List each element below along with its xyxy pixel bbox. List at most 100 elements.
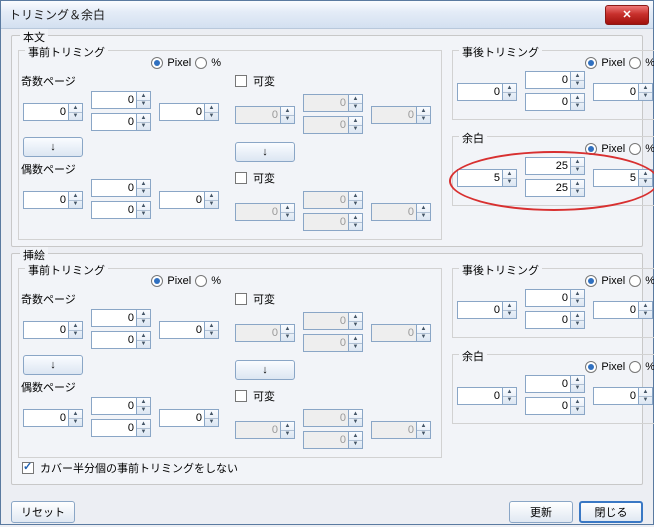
group-body-label: 本文 — [20, 29, 48, 45]
body-pre-even-label: 偶数ページ — [21, 161, 225, 177]
body-pre-var1-bottom[interactable]: ▲▼ — [303, 116, 363, 134]
illust-pre-var1-bottom[interactable]: ▲▼ — [303, 334, 363, 352]
illust-pre-even-right[interactable]: ▲▼ — [159, 409, 219, 427]
illust-pre-odd-right[interactable]: ▲▼ — [159, 321, 219, 339]
illust-post-right[interactable]: ▲▼ — [593, 301, 653, 319]
body-pre-odd-label: 奇数ページ — [21, 73, 225, 89]
body-margin-group: 余白 Pixel % ▲▼ ▲▼ ▲▼ ▲▼ — [452, 136, 654, 206]
body-pre-even-right[interactable]: ▲▼ — [159, 191, 219, 209]
body-pre-even-bottom[interactable]: ▲▼ — [91, 201, 151, 219]
body-pre-var1-cross: ▲▼ ▲▼ ▲▼ ▲▼ — [235, 94, 437, 136]
body-margin-left[interactable]: ▲▼ — [457, 169, 517, 187]
body-pre-odd-top[interactable]: ▲▼ — [91, 91, 151, 109]
illust-pre-var2-left[interactable]: ▲▼ — [235, 421, 295, 439]
illust-margin-unit-pixel[interactable] — [585, 361, 597, 373]
body-margin-unit-percent[interactable] — [629, 143, 641, 155]
body-pre-var2-left[interactable]: ▲▼ — [235, 203, 295, 221]
illust-pre-var2-bottom[interactable]: ▲▼ — [303, 431, 363, 449]
illust-post-top[interactable]: ▲▼ — [525, 289, 585, 307]
body-pre-even-top[interactable]: ▲▼ — [91, 179, 151, 197]
illust-pre-var1-right[interactable]: ▲▼ — [371, 324, 431, 342]
cover-skip-check[interactable] — [22, 462, 34, 474]
body-pre-var1-top[interactable]: ▲▼ — [303, 94, 363, 112]
illust-pre-unit-percent[interactable] — [195, 275, 207, 287]
illust-post-group: 事後トリミング Pixel % ▲▼ ▲▼ ▲▼ ▲▼ — [452, 268, 654, 338]
illust-pre-var1-check[interactable] — [235, 293, 247, 305]
group-illust-label: 挿絵 — [20, 247, 48, 263]
illust-pre-copy-odd-even[interactable]: ↓ — [23, 355, 83, 375]
illust-pre-even-top[interactable]: ▲▼ — [91, 397, 151, 415]
body-margin-right[interactable]: ▲▼ — [593, 169, 653, 187]
body-pre-unit-pixel[interactable] — [151, 57, 163, 69]
body-pre-var2-cross: ▲▼ ▲▼ ▲▼ ▲▼ — [235, 191, 437, 233]
illust-margin-bottom[interactable]: ▲▼ — [525, 397, 585, 415]
body-margin-cross: ▲▼ ▲▼ ▲▼ ▲▼ — [457, 157, 654, 199]
illust-pre-even-label: 偶数ページ — [21, 379, 225, 395]
cover-skip-label: カバー半分個の事前トリミングをしない — [40, 460, 238, 476]
body-pre-odd-left[interactable]: ▲▼ — [23, 103, 83, 121]
body-pre-odd-cross: ▲▼ ▲▼ ▲▼ ▲▼ — [23, 91, 225, 133]
illust-pre-odd-left[interactable]: ▲▼ — [23, 321, 83, 339]
titlebar: トリミング＆余白 ✕ — [1, 1, 653, 29]
illust-margin-left[interactable]: ▲▼ — [457, 387, 517, 405]
body-post-unit-pixel[interactable] — [585, 57, 597, 69]
illust-margin-right[interactable]: ▲▼ — [593, 387, 653, 405]
illust-pre-unit-pixel[interactable] — [151, 275, 163, 287]
illust-pre-var2-top[interactable]: ▲▼ — [303, 409, 363, 427]
body-pre-even-left[interactable]: ▲▼ — [23, 191, 83, 209]
illust-pre-var2-right[interactable]: ▲▼ — [371, 421, 431, 439]
body-pre-odd-right[interactable]: ▲▼ — [159, 103, 219, 121]
body-post-cross: ▲▼ ▲▼ ▲▼ ▲▼ — [457, 71, 654, 113]
reset-button[interactable]: リセット — [11, 501, 75, 523]
body-pre-label: 事前トリミング — [25, 44, 108, 60]
illust-margin-label: 余白 — [459, 348, 487, 364]
illust-margin-unit-percent[interactable] — [629, 361, 641, 373]
body-pre-odd-bottom[interactable]: ▲▼ — [91, 113, 151, 131]
illust-margin-top[interactable]: ▲▼ — [525, 375, 585, 393]
body-margin-top[interactable]: ▲▼ — [525, 157, 585, 175]
body-pre-even-cross: ▲▼ ▲▼ ▲▼ ▲▼ — [23, 179, 225, 221]
update-button[interactable]: 更新 — [509, 501, 573, 523]
body-post-left[interactable]: ▲▼ — [457, 83, 517, 101]
window-title: トリミング＆余白 — [5, 6, 605, 23]
body-margin-bottom[interactable]: ▲▼ — [525, 179, 585, 197]
body-post-bottom[interactable]: ▲▼ — [525, 93, 585, 111]
body-pre-var2-check[interactable] — [235, 172, 247, 184]
illust-post-bottom[interactable]: ▲▼ — [525, 311, 585, 329]
body-pre-copy-odd-even[interactable]: ↓ — [23, 137, 83, 157]
body-post-top[interactable]: ▲▼ — [525, 71, 585, 89]
body-pre-var2-top[interactable]: ▲▼ — [303, 191, 363, 209]
illust-post-unit-pixel[interactable] — [585, 275, 597, 287]
window-close-button[interactable]: ✕ — [605, 5, 649, 25]
illust-pre-var2-check[interactable] — [235, 390, 247, 402]
body-pre-unit-percent[interactable] — [195, 57, 207, 69]
illust-post-unit-percent[interactable] — [629, 275, 641, 287]
group-body: 本文 事前トリミング Pixel % 奇数ページ ▲▼ ▲▼ ▲▼ ▲▼ — [11, 35, 643, 247]
illust-pre-group: 事前トリミング Pixel % 奇数ページ ▲▼ ▲▼ ▲▼ ▲▼ ↓ 偶数 — [18, 268, 442, 458]
illust-pre-even-bottom[interactable]: ▲▼ — [91, 419, 151, 437]
body-post-label: 事後トリミング — [459, 44, 542, 60]
body-margin-unit-pixel[interactable] — [585, 143, 597, 155]
illust-pre-odd-label: 奇数ページ — [21, 291, 225, 307]
illust-pre-copy-var[interactable]: ↓ — [235, 360, 295, 380]
illust-pre-odd-bottom[interactable]: ▲▼ — [91, 331, 151, 349]
body-pre-var1-left[interactable]: ▲▼ — [235, 106, 295, 124]
illust-pre-odd-top[interactable]: ▲▼ — [91, 309, 151, 327]
illust-margin-group: 余白 Pixel % ▲▼ ▲▼ ▲▼ ▲▼ — [452, 354, 654, 424]
body-pre-copy-var[interactable]: ↓ — [235, 142, 295, 162]
body-pre-var1-right[interactable]: ▲▼ — [371, 106, 431, 124]
close-button[interactable]: 閉じる — [579, 501, 643, 523]
body-post-right[interactable]: ▲▼ — [593, 83, 653, 101]
illust-pre-var1-top[interactable]: ▲▼ — [303, 312, 363, 330]
body-post-group: 事後トリミング Pixel % ▲▼ ▲▼ ▲▼ ▲▼ — [452, 50, 654, 120]
body-margin-label: 余白 — [459, 130, 487, 146]
body-post-unit-percent[interactable] — [629, 57, 641, 69]
body-pre-var2-right[interactable]: ▲▼ — [371, 203, 431, 221]
body-pre-var1-check[interactable] — [235, 75, 247, 87]
illust-pre-var1-left[interactable]: ▲▼ — [235, 324, 295, 342]
group-illust: 挿絵 事前トリミング Pixel % 奇数ページ ▲▼ ▲▼ ▲▼ ▲▼ — [11, 253, 643, 485]
illust-pre-label: 事前トリミング — [25, 262, 108, 278]
body-pre-var2-bottom[interactable]: ▲▼ — [303, 213, 363, 231]
illust-post-left[interactable]: ▲▼ — [457, 301, 517, 319]
illust-pre-even-left[interactable]: ▲▼ — [23, 409, 83, 427]
